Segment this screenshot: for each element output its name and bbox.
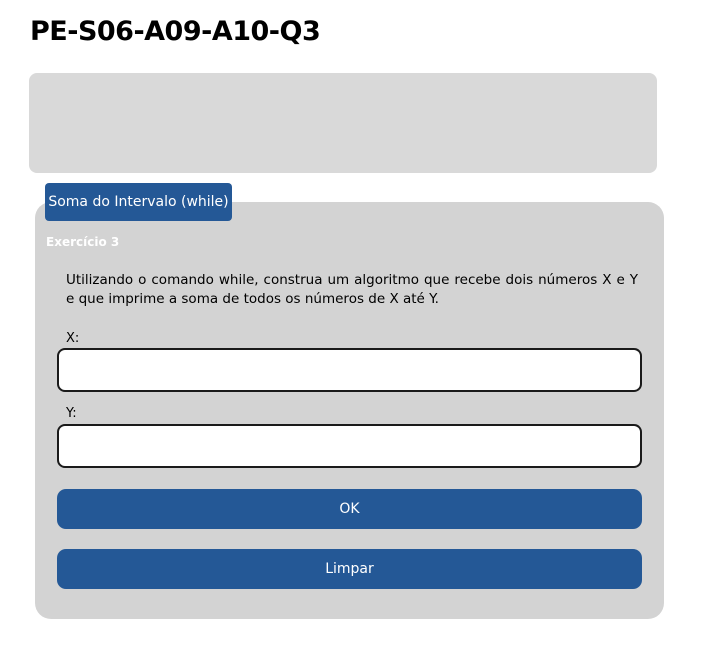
exercise-label: Exercício 3 xyxy=(46,235,120,249)
clear-button[interactable]: Limpar xyxy=(57,549,642,589)
y-field-label: Y: xyxy=(66,406,77,421)
y-input[interactable] xyxy=(57,424,642,468)
exercise-description: Utilizando o comando while, construa um … xyxy=(66,272,638,307)
x-field-label: X: xyxy=(66,331,80,346)
page-title: PE-S06-A09-A10-Q3 xyxy=(30,16,321,47)
exercise-tab-button[interactable]: Soma do Intervalo (while) xyxy=(45,183,232,221)
ok-button[interactable]: OK xyxy=(57,489,642,529)
top-panel xyxy=(29,73,657,173)
x-input[interactable] xyxy=(57,348,642,392)
